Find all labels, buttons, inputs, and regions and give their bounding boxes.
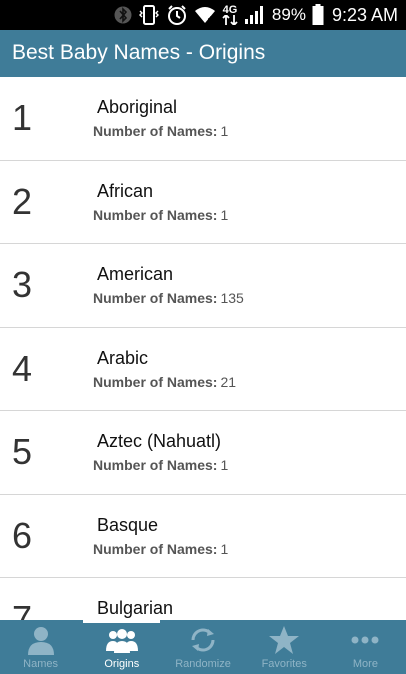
item-number: 3 [12, 264, 33, 305]
list-item-arabic[interactable]: 4 Arabic Number of Names: 21 [0, 328, 406, 411]
count-label: Number of Names: [93, 457, 218, 473]
item-number: 4 [12, 347, 33, 389]
count-value: 1 [220, 123, 229, 139]
item-number: 1 [12, 97, 33, 138]
item-number: 5 [12, 431, 33, 472]
alarm-icon [166, 4, 188, 26]
origin-name: African [97, 180, 154, 201]
origin-name: Aztec (Nahuatl) [97, 431, 222, 451]
list-item-aztec[interactable]: 5 Aztec (Nahuatl) Number of Names: 1 [0, 411, 406, 495]
star-icon [268, 623, 300, 657]
item-number: 6 [12, 514, 33, 556]
name-count: Number of Names: 1 [93, 207, 228, 223]
origins-list[interactable]: 1 Aboriginal Number of Names: 1 2 African… [0, 77, 406, 620]
name-count: Number of Names: 135 [93, 290, 244, 306]
tab-label: Randomize [175, 658, 231, 670]
name-count: Number of Names: 21 [93, 374, 236, 390]
name-count: Number of Names: 1 [93, 541, 228, 557]
count-value: 21 [220, 373, 237, 390]
signal-icon [244, 5, 266, 25]
origin-name: Arabic [97, 347, 149, 368]
tab-label: Favorites [261, 658, 307, 670]
count-value: 1 [220, 457, 229, 473]
list-item-american[interactable]: 3 American Number of Names: 135 [0, 244, 406, 328]
count-value: 135 [220, 290, 244, 306]
name-count: Number of Names: 1 [93, 123, 228, 139]
origin-name: Aboriginal [97, 97, 178, 117]
tab-label: Origins [104, 658, 140, 670]
list-item-basque[interactable]: 6 Basque Number of Names: 1 [0, 495, 406, 578]
vibrate-icon [138, 4, 160, 26]
clock: 9:23 AM [331, 4, 398, 25]
tab-label: More [352, 658, 378, 670]
count-value: 1 [220, 540, 229, 557]
status-icons: 4G 89% 9:23 AM [114, 0, 398, 30]
battery-icon [312, 4, 324, 26]
count-label: Number of Names: [93, 373, 218, 390]
wifi-icon [194, 5, 216, 25]
name-count: Number of Names: 1 [93, 457, 228, 473]
refresh-icon [186, 623, 220, 657]
list-item-aboriginal[interactable]: 1 Aboriginal Number of Names: 1 [0, 77, 406, 161]
tab-label: Names [23, 658, 59, 670]
list-item-bulgarian[interactable]: 7 Bulgarian [0, 578, 406, 620]
origin-name: Bulgarian [97, 598, 174, 618]
bluetooth-icon [114, 5, 132, 25]
tab-randomize[interactable]: Randomize [162, 620, 243, 674]
origin-name: Basque [97, 514, 159, 535]
list-item-african[interactable]: 2 African Number of Names: 1 [0, 161, 406, 244]
page-title: Best Baby Names - Origins [12, 41, 266, 64]
app-header: Best Baby Names - Origins [0, 30, 406, 77]
tab-favorites[interactable]: Favorites [244, 620, 325, 674]
lte-indicator: 4G [222, 5, 238, 25]
item-number: 7 [12, 598, 33, 620]
tab-origins[interactable]: Origins [81, 620, 163, 674]
tab-names[interactable]: Names [0, 620, 81, 674]
count-label: Number of Names: [93, 123, 218, 139]
status-bar: 4G 89% 9:23 AM [0, 0, 406, 30]
bottom-tab-bar: Names Origins Randomize Favorites More [0, 620, 406, 674]
item-number: 2 [12, 180, 33, 222]
group-icon [105, 623, 139, 657]
more-dots-icon [350, 623, 380, 657]
count-label: Number of Names: [93, 206, 218, 223]
battery-percent: 89% [271, 5, 306, 24]
origin-name: American [97, 264, 174, 284]
count-value: 1 [220, 206, 229, 223]
count-label: Number of Names: [93, 290, 218, 306]
count-label: Number of Names: [93, 540, 218, 557]
tab-more[interactable]: More [325, 620, 406, 674]
person-icon [27, 623, 55, 657]
